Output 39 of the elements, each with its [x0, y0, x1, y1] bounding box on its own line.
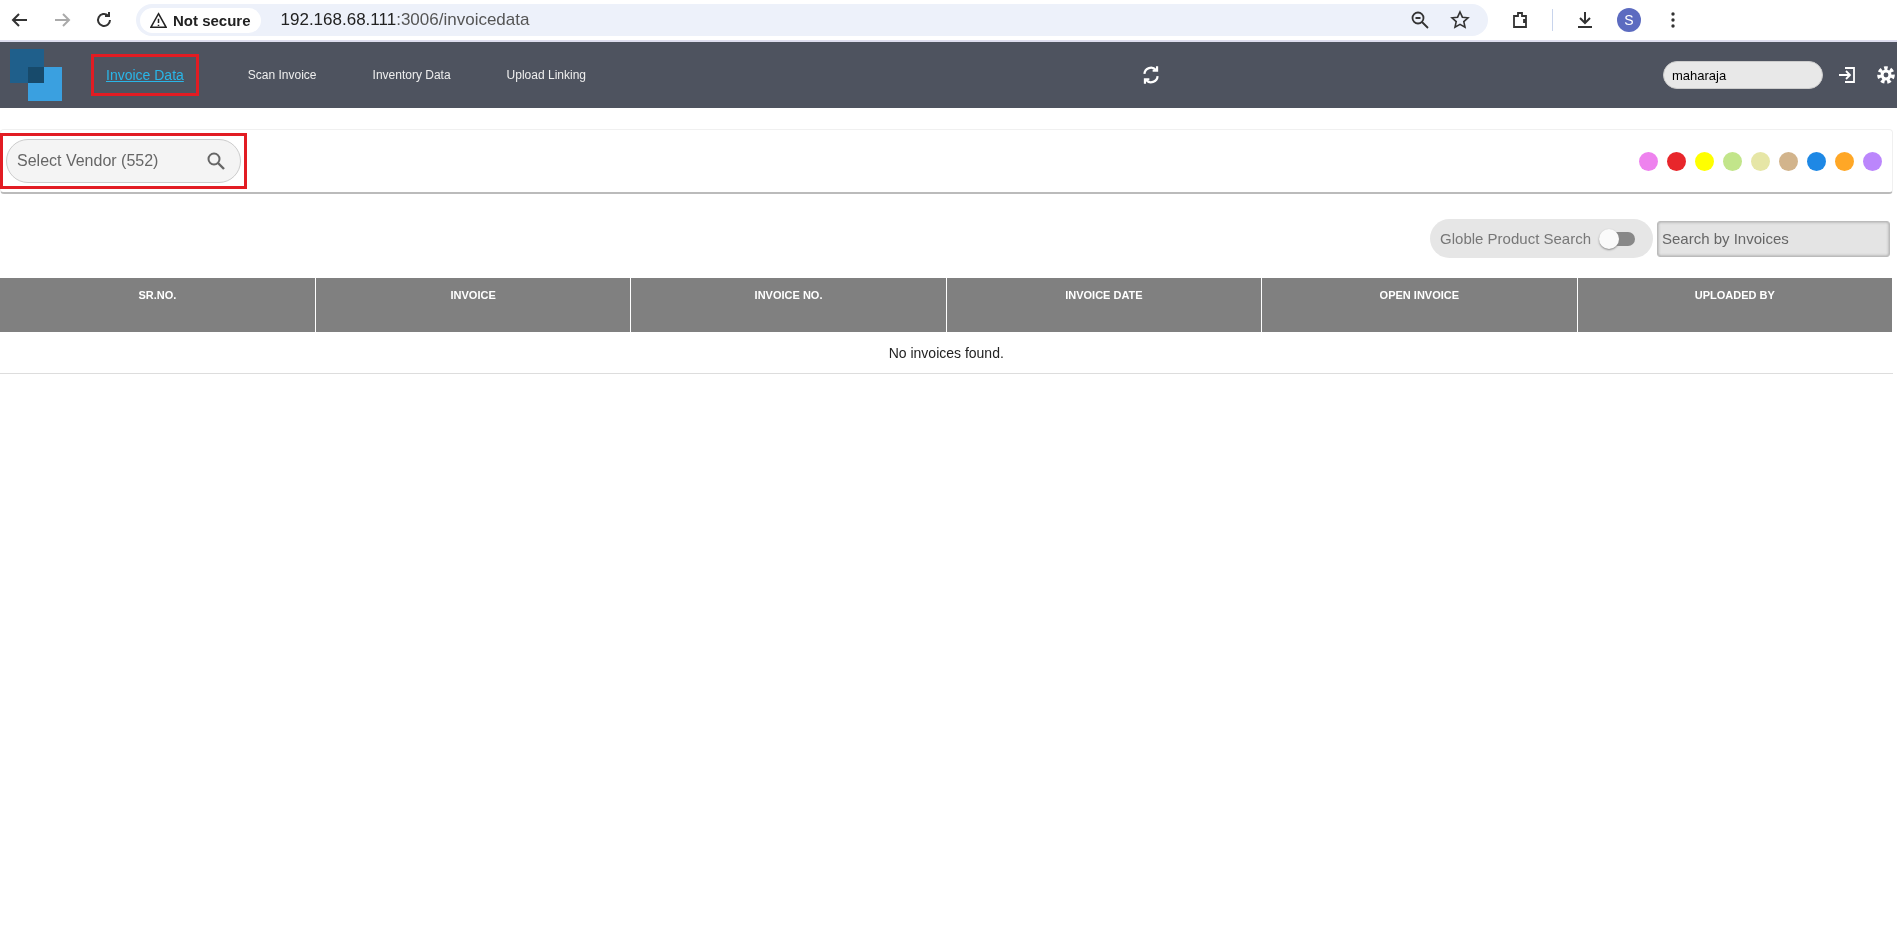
puzzle-icon[interactable] [1510, 10, 1530, 30]
url-text: 192.168.68.111:3006/invoicedata [280, 10, 531, 30]
search-icon[interactable] [206, 151, 226, 171]
invoice-search-field[interactable]: Search by Invoices [1657, 220, 1890, 257]
download-icon[interactable] [1575, 10, 1595, 30]
column-header: SR.NO. [0, 278, 316, 332]
empty-message: No invoices found. [0, 332, 1893, 374]
nav-tab[interactable]: Scan Invoice [243, 58, 321, 92]
warning-icon [150, 11, 167, 29]
color-filter-dot[interactable] [1639, 151, 1658, 171]
global-search-toggle[interactable]: Globle Product Search [1430, 219, 1653, 258]
reload-icon[interactable] [94, 10, 114, 30]
logout-icon[interactable] [1837, 65, 1857, 85]
toggle-label: Globle Product Search [1440, 230, 1591, 247]
settings-icon[interactable] [1875, 64, 1897, 86]
color-filter-dot[interactable] [1863, 151, 1882, 171]
username-field[interactable]: maharaja [1663, 61, 1823, 89]
color-filter-dot[interactable] [1807, 151, 1826, 171]
star-icon[interactable] [1450, 10, 1470, 30]
column-header: INVOICE DATE [946, 278, 1262, 332]
profile-avatar[interactable]: S [1617, 8, 1641, 32]
security-label: Not secure [173, 11, 251, 29]
color-filter-dot[interactable] [1835, 151, 1854, 171]
color-filter-dot[interactable] [1751, 151, 1770, 171]
nav-tab[interactable]: Upload Linking [502, 58, 590, 92]
color-filter-dot[interactable] [1723, 151, 1742, 171]
security-chip[interactable]: Not secure [140, 7, 261, 33]
column-header: INVOICE [315, 278, 631, 332]
logo-icon [10, 49, 62, 101]
zoom-out-icon[interactable] [1410, 10, 1430, 30]
nav-tab[interactable]: Inventory Data [368, 58, 455, 92]
column-header: OPEN INVOICE [1261, 278, 1578, 332]
vendor-search-field[interactable]: Select Vendor (552) [6, 139, 241, 183]
color-filter-dot[interactable] [1667, 151, 1686, 171]
column-header: UPLOADED BY [1577, 278, 1893, 332]
color-filter-dot[interactable] [1779, 151, 1798, 171]
address-bar[interactable]: Not secure 192.168.68.111:3006/invoicedata [136, 4, 1488, 36]
column-header: INVOICE NO. [630, 278, 947, 332]
color-filter-dot[interactable] [1695, 151, 1714, 171]
